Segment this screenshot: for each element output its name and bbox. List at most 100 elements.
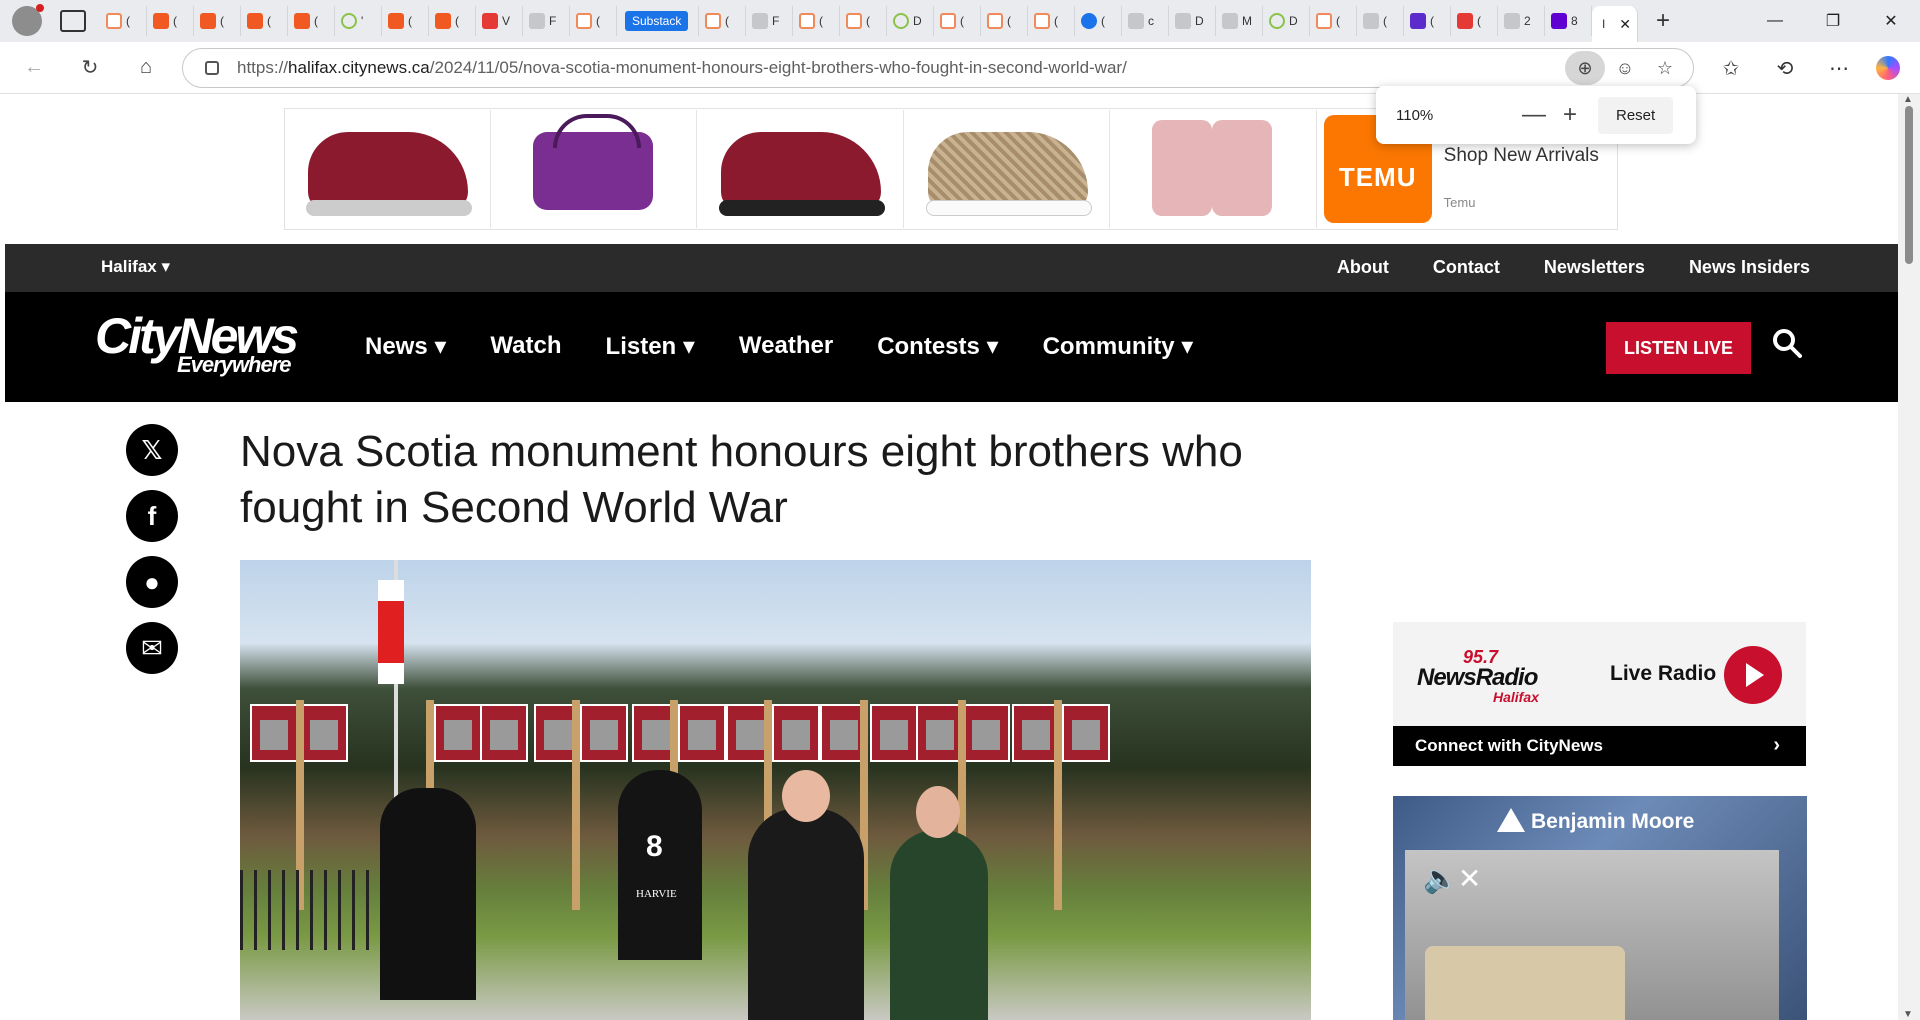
browser-tab[interactable]: D	[1263, 6, 1310, 36]
zoom-out-button[interactable]: —	[1516, 101, 1552, 129]
menu-watch[interactable]: Watch	[490, 332, 561, 361]
scroll-down-icon[interactable]: ▼	[1903, 1009, 1913, 1020]
active-tab[interactable]: I ✕	[1592, 6, 1638, 42]
browser-tab[interactable]: c	[1122, 6, 1169, 36]
youtube-icon	[1457, 13, 1473, 29]
monument-stone	[380, 788, 476, 1000]
nav-link-about[interactable]: About	[1337, 257, 1389, 278]
browser-tab[interactable]: (	[382, 6, 429, 36]
share-x-icon[interactable]: 𝕏	[126, 424, 178, 476]
location-dropdown[interactable]: Halifax ▾	[101, 257, 170, 277]
tab-actions-icon[interactable]	[60, 10, 86, 32]
menu-contests[interactable]: Contests ▾	[877, 332, 998, 361]
play-icon	[893, 13, 909, 29]
ad-product-sneaker[interactable]	[905, 110, 1111, 228]
close-window-icon[interactable]: ✕	[1862, 0, 1920, 42]
top-nav: Halifax ▾ About Contact Newsletters News…	[5, 244, 1898, 292]
zoom-reset-button[interactable]: Reset	[1598, 96, 1674, 134]
home-icon[interactable]: ⌂	[124, 48, 168, 88]
live-radio-widget[interactable]: 95.7 NewsRadio Halifax Live Radio	[1393, 622, 1806, 726]
back-icon[interactable]: ←	[12, 48, 56, 88]
nav-link-newsletters[interactable]: Newsletters	[1544, 257, 1645, 278]
ad-cta[interactable]: Shop New Arrivals	[1444, 145, 1599, 167]
scroll-up-icon[interactable]: ▲	[1903, 94, 1913, 105]
nav-link-news-insiders[interactable]: News Insiders	[1689, 257, 1810, 278]
browser-tab[interactable]: (	[1451, 6, 1498, 36]
browser-tab[interactable]: (	[1404, 6, 1451, 36]
favorite-star-icon[interactable]: ☆	[1645, 51, 1685, 85]
tab-title: (	[455, 14, 459, 28]
profile-avatar[interactable]	[12, 4, 44, 36]
mute-icon[interactable]: 🔈✕	[1423, 862, 1481, 895]
connect-with-citynews[interactable]: Connect with CityNews ›	[1393, 726, 1806, 766]
browser-tab[interactable]: D	[1169, 6, 1216, 36]
zoom-in-button[interactable]: +	[1552, 101, 1588, 129]
browser-tab[interactable]: M	[1216, 6, 1263, 36]
browser-tab[interactable]: V	[476, 6, 523, 36]
browser-tab[interactable]: (	[1357, 6, 1404, 36]
browser-tab[interactable]: (	[100, 6, 147, 36]
browser-tab[interactable]: (	[194, 6, 241, 36]
share-reddit-icon[interactable]: ●	[126, 556, 178, 608]
menu-listen[interactable]: Listen ▾	[606, 332, 695, 361]
ad-advertiser: Temu	[1443, 195, 1476, 210]
browser-tab[interactable]: (	[241, 6, 288, 36]
browser-tab[interactable]: (	[934, 6, 981, 36]
browser-tab[interactable]: (	[570, 6, 617, 36]
menu-weather[interactable]: Weather	[739, 332, 833, 361]
article-hero-image[interactable]: 8 HARVIE	[240, 560, 1311, 1020]
new-tab-button[interactable]: +	[1656, 7, 1670, 35]
browser-tab[interactable]: F	[746, 6, 793, 36]
page-icon	[1222, 13, 1238, 29]
citynews-logo[interactable]: CityNews Everywhere	[95, 311, 299, 378]
close-tab-icon[interactable]: ✕	[1619, 16, 1631, 33]
browser-tab[interactable]: (	[429, 6, 476, 36]
share-email-icon[interactable]: ✉	[126, 622, 178, 674]
history-icon[interactable]: ⟲	[1758, 48, 1812, 88]
read-aloud-icon[interactable]: ☺	[1605, 51, 1645, 85]
browser-tab[interactable]: 2	[1498, 6, 1545, 36]
browser-tab[interactable]: (	[1310, 6, 1357, 36]
menu-community[interactable]: Community ▾	[1043, 332, 1194, 361]
browser-tab[interactable]: '	[335, 6, 382, 36]
ad-product-bag[interactable]	[492, 110, 698, 228]
restore-icon[interactable]: ❐	[1804, 0, 1862, 42]
browser-tab[interactable]: (	[1075, 6, 1122, 36]
refresh-icon[interactable]: ↻	[68, 48, 112, 88]
zoom-popup: 110% — + Reset	[1376, 86, 1696, 144]
tab-title: (	[1336, 14, 1340, 28]
tab-title: (	[1054, 14, 1058, 28]
ad-product-shoe[interactable]	[699, 110, 904, 228]
browser-tab[interactable]: (	[699, 6, 746, 36]
browser-tab[interactable]: (	[147, 6, 194, 36]
browser-tab[interactable]: F	[523, 6, 570, 36]
browser-tab[interactable]: (	[840, 6, 887, 36]
browser-tab[interactable]: (	[288, 6, 335, 36]
browser-tab[interactable]: D	[887, 6, 934, 36]
site-info-icon[interactable]	[205, 61, 219, 75]
browser-tab[interactable]: (	[1028, 6, 1075, 36]
ad-product-boots[interactable]	[1112, 110, 1317, 228]
zoom-icon[interactable]: ⊕	[1565, 51, 1605, 85]
browser-tab-substack[interactable]: Substack	[617, 6, 699, 36]
minimize-icon[interactable]: —	[1746, 0, 1804, 42]
scrollbar-thumb[interactable]	[1905, 106, 1913, 264]
browser-tab[interactable]: 8	[1545, 6, 1592, 36]
listen-live-button[interactable]: LISTEN LIVE	[1606, 322, 1751, 374]
copilot-icon[interactable]	[1876, 56, 1900, 80]
nav-link-contact[interactable]: Contact	[1433, 257, 1500, 278]
favorites-icon[interactable]: ✩	[1704, 48, 1758, 88]
search-icon[interactable]	[1772, 328, 1802, 358]
share-facebook-icon[interactable]: f	[126, 490, 178, 542]
benjamin-moore-ad[interactable]: Benjamin Moore 🔈✕	[1393, 796, 1807, 1020]
ad-brand-logo: Benjamin Moore	[1497, 808, 1694, 834]
play-icon[interactable]	[1724, 646, 1782, 704]
ad-product-shoe[interactable]	[286, 110, 491, 228]
more-menu-icon[interactable]: ⋯	[1812, 48, 1866, 88]
page-scrollbar[interactable]: ▲ ▼	[1898, 94, 1920, 1020]
address-bar[interactable]: https://halifax.citynews.ca/2024/11/05/n…	[182, 48, 1694, 88]
url-text[interactable]: https://halifax.citynews.ca/2024/11/05/n…	[237, 58, 1127, 78]
menu-news[interactable]: News ▾	[365, 332, 446, 361]
browser-tab[interactable]: (	[981, 6, 1028, 36]
browser-tab[interactable]: (	[793, 6, 840, 36]
